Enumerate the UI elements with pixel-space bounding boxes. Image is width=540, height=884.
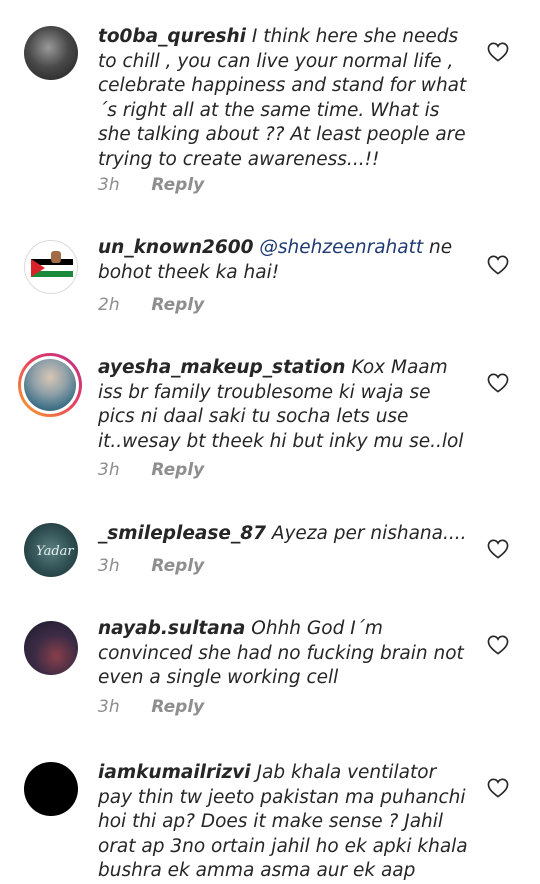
palestine-flag-fist-icon — [31, 251, 73, 277]
comment-meta: 3h Reply — [98, 460, 204, 480]
reply-button[interactable]: Reply — [151, 460, 204, 480]
comment-meta: 3h Reply — [98, 556, 204, 576]
comment: nayab.sultana Ohhh God I´m convinced she… — [0, 600, 540, 740]
comment: iamkumailrizvi Jab khala ventilator pay … — [0, 740, 540, 881]
comment-mention[interactable]: @shehzeenrahatt — [259, 237, 423, 258]
svg-text:Yadar: Yadar — [36, 544, 74, 559]
comment-time: 2h — [98, 295, 120, 315]
heart-outline-icon[interactable] — [487, 635, 509, 655]
comment-username[interactable]: iamkumailrizvi — [98, 762, 251, 783]
comment-meta: 3h Reply — [98, 175, 204, 195]
avatar-ring-inner — [21, 356, 79, 414]
comment-meta: 2h Reply — [98, 295, 204, 315]
comment-text: un_known2600 @shehzeenrahatt ne bohot th… — [98, 236, 473, 285]
comment-username[interactable]: to0ba_qureshi — [98, 26, 246, 47]
heart-outline-icon[interactable] — [487, 539, 509, 559]
avatar[interactable]: Yadar — [24, 523, 78, 577]
heart-outline-icon[interactable] — [487, 373, 509, 393]
comment: Yadar _smileplease_87 Ayeza per nishana.… — [0, 505, 540, 600]
avatar[interactable] — [24, 762, 78, 816]
comment-time: 3h — [98, 697, 120, 717]
script-logo-icon: Yadar — [36, 544, 74, 559]
comment: to0ba_qureshi I think here she needs to … — [0, 0, 540, 210]
comment-time: 3h — [98, 175, 120, 195]
comment-meta: 3h Reply — [98, 697, 204, 717]
comment-text: ayesha_makeup_station Kox Maam iss br fa… — [98, 356, 473, 454]
comment-username[interactable]: un_known2600 — [98, 237, 254, 258]
avatar[interactable] — [24, 240, 78, 294]
comment-body: I think here she needs to chill , you ca… — [98, 26, 467, 170]
reply-button[interactable]: Reply — [151, 556, 204, 576]
comment-time: 3h — [98, 460, 120, 480]
heart-outline-icon[interactable] — [487, 42, 509, 62]
avatar — [24, 359, 76, 411]
comment-text: _smileplease_87 Ayeza per nishana.... — [98, 522, 473, 547]
comment-text: iamkumailrizvi Jab khala ventilator pay … — [98, 761, 473, 884]
comment-username[interactable]: nayab.sultana — [98, 618, 245, 639]
story-ring-avatar[interactable] — [18, 353, 82, 417]
comment-username[interactable]: ayesha_makeup_station — [98, 357, 345, 378]
heart-outline-icon[interactable] — [487, 778, 509, 798]
comment: un_known2600 @shehzeenrahatt ne bohot th… — [0, 210, 540, 345]
avatar[interactable] — [24, 621, 78, 675]
reply-button[interactable]: Reply — [151, 175, 204, 195]
heart-outline-icon[interactable] — [487, 255, 509, 275]
comment: ayesha_makeup_station Kox Maam iss br fa… — [0, 345, 540, 505]
reply-button[interactable]: Reply — [151, 295, 204, 315]
comment-text: nayab.sultana Ohhh God I´m convinced she… — [98, 617, 473, 691]
comment-text: to0ba_qureshi I think here she needs to … — [98, 25, 473, 172]
reply-button[interactable]: Reply — [151, 697, 204, 717]
comment-body: Ayeza per nishana.... — [271, 523, 467, 544]
comment-time: 3h — [98, 556, 120, 576]
comment-username[interactable]: _smileplease_87 — [98, 523, 266, 544]
avatar[interactable] — [24, 26, 78, 80]
